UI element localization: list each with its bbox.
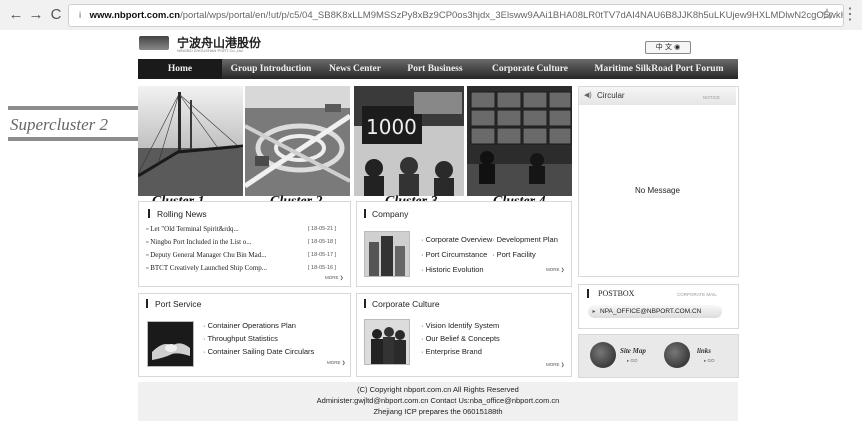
nav-item-group-introduction[interactable]: Group Introduction: [222, 59, 320, 79]
link-port-facility[interactable]: · Port Facility: [492, 250, 536, 259]
banner-photo-ceremony: 1000: [354, 86, 464, 196]
main-nav: Home Group Introduction News Center Port…: [138, 59, 738, 79]
nav-item-home[interactable]: Home: [138, 59, 222, 79]
port-service-title: Port Service: [155, 299, 202, 309]
port-service-thumbnail: [147, 321, 194, 367]
link-label[interactable]: Port Facility: [497, 250, 536, 259]
news-date: [ 18-05-17 ]: [308, 252, 337, 258]
section-marker: [148, 209, 150, 218]
browser-menu-icon[interactable]: ⋮: [842, 5, 858, 25]
banner-photo-control-room: [467, 86, 572, 196]
nav-item-maritime-silkroad-forum[interactable]: Maritime SilkRoad Port Forum: [580, 59, 738, 79]
company-logo-icon[interactable]: [139, 36, 169, 50]
corporate-culture-title: Corporate Culture: [372, 299, 440, 309]
news-item-text[interactable]: BTCT Creatively Launched Ship Comp...: [150, 264, 267, 272]
news-date: [ 18-05-18 ]: [308, 239, 337, 245]
circular-empty-message: No Message: [635, 186, 680, 195]
news-item-text[interactable]: Deputy General Manager Chu Bin Mad...: [150, 251, 266, 259]
postbox-email-text[interactable]: NPA_OFFICE@NBPORT.COM.CN: [600, 308, 701, 315]
link-label[interactable]: Port Circumstance: [426, 250, 488, 259]
news-date: [ 18-05-21 ]: [308, 226, 337, 232]
company-name-en: NINGBO ZHOUSHAN PORT Co.,Ltd.: [177, 48, 244, 53]
arrow-icon: ▸: [592, 309, 596, 315]
banner-photo-bridge: [138, 86, 243, 196]
news-item[interactable]: ▫ Ningbo Port Included in the List o...: [146, 238, 252, 246]
back-icon[interactable]: ←: [6, 5, 26, 25]
link-development-plan[interactable]: · Development Plan: [492, 235, 558, 244]
circular-panel: [578, 86, 739, 277]
bookmark-star-icon[interactable]: ☆: [818, 5, 836, 25]
link-label[interactable]: Vision Identify System: [426, 321, 500, 330]
section-marker: [587, 289, 589, 298]
company-thumbnail: [364, 231, 410, 277]
link-label[interactable]: Throughput Statistics: [207, 334, 277, 343]
link-throughput-statistics[interactable]: · Throughput Statistics: [203, 334, 278, 343]
news-item[interactable]: ▫ Let "Old Terminal Spirit&rdq...: [146, 225, 239, 233]
site-map-icon[interactable]: [590, 342, 616, 368]
url-host: www.nbport.com.cn: [89, 10, 181, 21]
footer-contact: Administer:gwjltd@nbport.com.cn Contact …: [316, 396, 560, 405]
circular-title: Circular: [597, 91, 625, 100]
link-our-belief-concepts[interactable]: · Our Belief & Concepts: [421, 334, 500, 343]
news-item-text[interactable]: Let "Old Terminal Spirit&rdq...: [150, 225, 239, 233]
site-info-icon[interactable]: i: [73, 5, 87, 26]
link-label[interactable]: Enterprise Brand: [426, 347, 482, 356]
footer-copyright: (C) Copyright nbport.com.cn All Rights R…: [357, 385, 519, 394]
links-link[interactable]: links: [697, 347, 711, 355]
postbox-email-link[interactable]: ▸ NPA_OFFICE@NBPORT.COM.CN: [588, 305, 722, 318]
speaker-icon: ◀): [584, 92, 592, 99]
news-item-text[interactable]: Ningbo Port Included in the List o...: [150, 238, 251, 246]
links-go[interactable]: ▸ GO: [704, 358, 715, 364]
reload-icon[interactable]: C: [46, 5, 66, 25]
nav-item-port-business[interactable]: Port Business: [390, 59, 480, 79]
link-container-operations-plan[interactable]: · Container Operations Plan: [203, 321, 296, 330]
supercluster-bar-bottom: [8, 137, 138, 141]
links-icon[interactable]: [664, 342, 690, 368]
site-map-go[interactable]: ▸ GO: [627, 358, 638, 364]
rolling-news-title: Rolling News: [157, 209, 207, 219]
site-map-link[interactable]: Site Map: [620, 347, 646, 355]
news-item[interactable]: ▫ BTCT Creatively Launched Ship Comp...: [146, 264, 267, 272]
link-label[interactable]: Container Sailing Date Circulars: [208, 347, 315, 356]
section-marker: [364, 209, 366, 218]
footer-icp: Zhejiang ICP prepares the 06015188th: [373, 407, 503, 416]
supercluster-label: Supercluster 2: [10, 115, 109, 134]
news-date: [ 18-05-16 ]: [308, 265, 337, 271]
section-marker: [146, 299, 148, 308]
link-port-circumstance[interactable]: · Port Circumstance: [421, 250, 487, 259]
svg-text:1000: 1000: [366, 115, 417, 139]
link-label[interactable]: Development Plan: [497, 235, 558, 244]
forward-icon[interactable]: →: [26, 5, 46, 25]
nav-item-corporate-culture[interactable]: Corporate Culture: [480, 59, 580, 79]
circular-subtitle: NOTICE: [703, 95, 721, 100]
corporate-culture-thumbnail: [364, 319, 410, 365]
news-item[interactable]: ▫ Deputy General Manager Chu Bin Mad...: [146, 251, 266, 259]
section-marker: [364, 299, 366, 308]
banner-photo-interchange: [245, 86, 350, 196]
postbox-title: POSTBOX: [598, 289, 635, 298]
postbox-subtitle: CORPORATE MAIL: [677, 292, 717, 297]
company-more-link[interactable]: MORE ❯: [546, 267, 565, 273]
link-enterprise-brand[interactable]: · Enterprise Brand: [421, 347, 482, 356]
link-historic-evolution[interactable]: · Historic Evolution: [421, 265, 484, 274]
link-vision-identify-system[interactable]: · Vision Identify System: [421, 321, 499, 330]
company-title: Company: [372, 209, 409, 219]
address-bar[interactable]: i www.nbport.com.cn/portal/wps/portal/en…: [68, 4, 844, 27]
link-container-sailing-circulars[interactable]: · Container Sailing Date Circulars: [203, 347, 314, 356]
link-label[interactable]: Historic Evolution: [426, 265, 484, 274]
url-path: /portal/wps/portal/en/!ut/p/c5/04_SB8K8x…: [180, 10, 843, 21]
supercluster-bar-top: [8, 106, 138, 110]
nav-item-news-center[interactable]: News Center: [320, 59, 390, 79]
link-label[interactable]: Our Belief & Concepts: [426, 334, 500, 343]
language-select[interactable]: 中 文 ◉: [645, 41, 691, 54]
link-label[interactable]: Corporate Overview: [426, 235, 493, 244]
corporate-culture-more-link[interactable]: MORE ❯: [546, 362, 565, 368]
link-corporate-overview[interactable]: · Corporate Overview: [421, 235, 492, 244]
port-service-more-link[interactable]: MORE ❯: [327, 360, 346, 366]
rolling-news-more-link[interactable]: MORE ❯: [325, 275, 344, 281]
link-label[interactable]: Container Operations Plan: [208, 321, 296, 330]
